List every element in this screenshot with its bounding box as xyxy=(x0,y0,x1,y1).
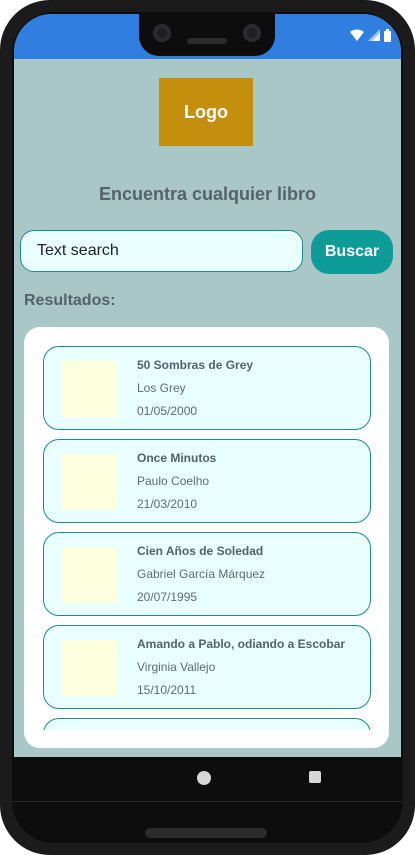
book-list-item[interactable]: Amando a Pablo, odiando a Escobar Virgin… xyxy=(43,625,371,709)
page-title: Encuentra cualquier libro xyxy=(98,184,317,204)
bottom-speaker-grille xyxy=(145,828,267,838)
book-cover-thumbnail xyxy=(62,547,118,603)
results-list[interactable]: 50 Sombras de Grey Los Grey 01/05/2000 O… xyxy=(43,346,371,730)
book-list-item[interactable]: 50 Sombras de Grey Los Grey 01/05/2000 xyxy=(43,346,371,430)
system-navigation-bar xyxy=(12,757,403,799)
book-title: Once Minutos xyxy=(137,451,217,465)
phone-frame: Logo Encuentra cualquier libro Text sear… xyxy=(0,0,415,855)
book-date: 01/05/2000 xyxy=(137,404,198,418)
front-camera-icon xyxy=(153,24,171,42)
book-author: Gabriel García Márquez xyxy=(137,567,266,581)
results-panel: 50 Sombras de Grey Los Grey 01/05/2000 O… xyxy=(24,327,389,748)
book-cover-thumbnail xyxy=(62,361,118,417)
book-date: 20/07/1995 xyxy=(137,590,198,604)
book-cover-thumbnail xyxy=(62,454,118,510)
book-list-item[interactable]: Once Minutos Paulo Coelho 21/03/2010 xyxy=(43,439,371,523)
book-title: Amando a Pablo, odiando a Escobar xyxy=(137,637,346,651)
search-button-label: Buscar xyxy=(324,243,380,260)
phone-body: Logo Encuentra cualquier libro Text sear… xyxy=(12,12,403,843)
sensor-icon xyxy=(243,24,261,42)
search-input-value: Text search xyxy=(37,242,119,259)
book-date: 15/10/2011 xyxy=(137,683,197,697)
search-button[interactable]: Buscar xyxy=(311,230,393,274)
book-title: Cien Años de Soledad xyxy=(137,544,264,558)
book-title: 50 Sombras de Grey xyxy=(137,358,254,372)
battery-icon xyxy=(384,28,391,42)
book-list-item[interactable]: Cien Años de Soledad Gabriel García Márq… xyxy=(43,532,371,616)
app-logo: Logo xyxy=(159,78,253,146)
book-date: 21/03/2010 xyxy=(137,497,198,511)
book-author: Paulo Coelho xyxy=(137,474,210,488)
status-bar xyxy=(14,14,401,59)
app-screen: Logo Encuentra cualquier libro Text sear… xyxy=(14,14,401,759)
home-button-icon[interactable] xyxy=(197,771,211,785)
status-icons xyxy=(350,26,391,44)
wifi-icon xyxy=(350,29,364,41)
book-cover-thumbnail xyxy=(62,640,118,696)
logo-text: Logo xyxy=(184,101,228,122)
signal-icon xyxy=(368,29,380,41)
book-author: Los Grey xyxy=(137,381,186,395)
camera-notch xyxy=(139,14,275,56)
recents-button-icon[interactable] xyxy=(309,771,321,783)
book-list-item[interactable] xyxy=(43,718,371,730)
book-author: Virginia Vallejo xyxy=(137,660,216,674)
bezel-divider xyxy=(12,801,403,802)
search-input[interactable]: Text search xyxy=(20,230,303,272)
results-label: Resultados: xyxy=(24,292,116,309)
earpiece-speaker xyxy=(187,38,227,44)
